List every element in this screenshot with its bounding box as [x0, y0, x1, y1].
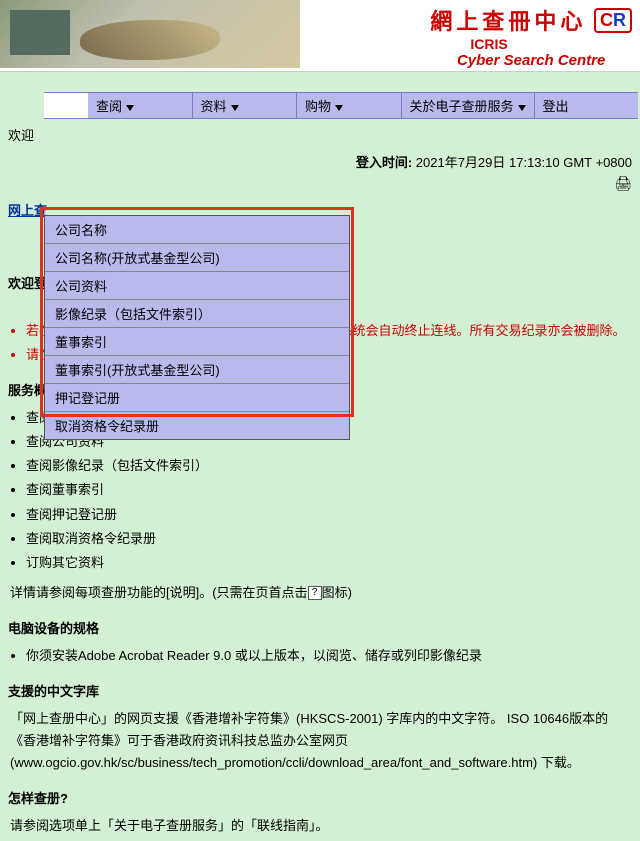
brand-cr-logo: CR: [594, 8, 632, 33]
dropdown-item-company-name-ofc[interactable]: 公司名称(开放式基金型公司): [45, 244, 349, 272]
menu-search[interactable]: 查阅: [88, 93, 193, 118]
brand-chinese: 網上查冊中心: [430, 4, 586, 36]
menu-shopping[interactable]: 购物: [297, 93, 402, 118]
chevron-down-icon: [231, 105, 239, 111]
print-icon[interactable]: 🖨: [614, 175, 632, 192]
main-menubar: 查阅 资料 购物 关於电子查册服务 登出: [44, 92, 638, 119]
brand-en-full: Cyber Search Centre: [430, 52, 632, 69]
font-paragraph: 「网上查册中心」的网页支援《香港增补字符集》(HKSCS-2001) 字库内的中…: [0, 704, 640, 778]
login-time-row: 登入时间: 2021年7月29日 17:13:10 GMT +0800: [0, 150, 640, 173]
help-icon[interactable]: ?: [308, 586, 322, 600]
login-time-value: 2021年7月29日 17:13:10 GMT +0800: [416, 155, 632, 170]
list-item: 订购其它资料: [26, 552, 640, 574]
list-item: 你须安装Adobe Acrobat Reader 9.0 或以上版本，以阅览、储…: [26, 645, 640, 667]
dropdown-item-company-name[interactable]: 公司名称: [45, 216, 349, 244]
welcome-row: 欢迎: [0, 119, 640, 150]
welcome-label: 欢迎: [8, 128, 34, 143]
list-item: 查阅取消资格令纪录册: [26, 528, 640, 550]
brand-en-short: ICRIS: [470, 36, 632, 52]
howto-paragraph: 请参阅选项单上「关于电子查册服务」的「联线指南」。: [0, 811, 640, 841]
brand-block: 網上查冊中心 CR ICRIS Cyber Search Centre: [430, 4, 632, 69]
dropdown-item-image-records[interactable]: 影像纪录（包括文件索引）: [45, 300, 349, 328]
menu-info[interactable]: 资料: [193, 93, 298, 118]
chevron-down-icon: [126, 105, 134, 111]
dropdown-item-charges-register[interactable]: 押记登记册: [45, 384, 349, 412]
chevron-down-icon: [335, 105, 343, 111]
search-dropdown: 公司名称 公司名称(开放式基金型公司) 公司资料 影像纪录（包括文件索引） 董事…: [44, 215, 350, 440]
spec-heading: 电脑设备的规格: [0, 608, 640, 641]
howto-heading: 怎样查册?: [0, 778, 640, 811]
list-item: 查阅董事索引: [26, 479, 640, 501]
font-heading: 支援的中文字库: [0, 671, 640, 704]
dropdown-item-disqualification[interactable]: 取消资格令纪录册: [45, 412, 349, 439]
service-note: 详情请参阅每项查册功能的[说明]。(只需在页首点击?图标): [0, 578, 640, 608]
dropdown-item-company-info[interactable]: 公司资料: [45, 272, 349, 300]
spec-list: 你须安装Adobe Acrobat Reader 9.0 或以上版本，以阅览、储…: [26, 645, 640, 667]
list-item: 查阅影像纪录（包括文件索引）: [26, 455, 640, 477]
chevron-down-icon: [518, 105, 526, 111]
header-decorative-image: [0, 0, 300, 68]
login-time-label: 登入时间:: [356, 155, 412, 170]
dropdown-item-director-index[interactable]: 董事索引: [45, 328, 349, 356]
menu-about[interactable]: 关於电子查册服务: [402, 93, 535, 118]
header-banner: 網上查冊中心 CR ICRIS Cyber Search Centre: [0, 0, 640, 72]
list-item: 查阅押记登记册: [26, 504, 640, 526]
dropdown-item-director-index-ofc[interactable]: 董事索引(开放式基金型公司): [45, 356, 349, 384]
menu-logout[interactable]: 登出: [535, 93, 639, 118]
